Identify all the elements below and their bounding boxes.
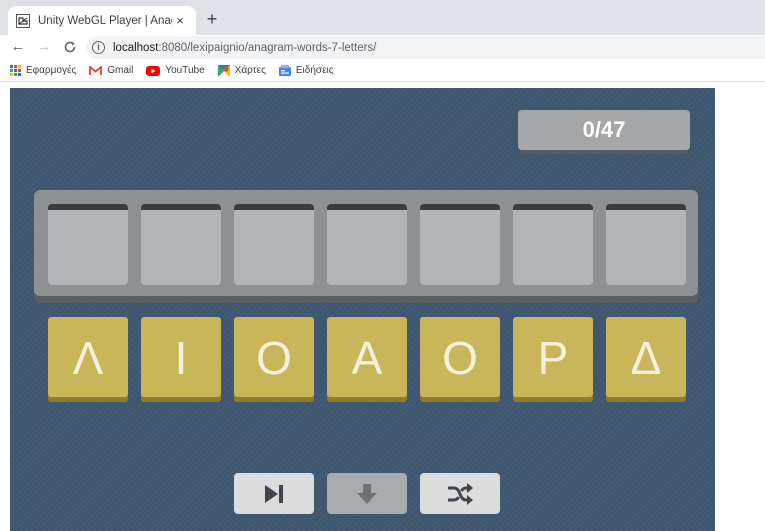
bookmark-news[interactable]: Ειδήσεις	[278, 65, 334, 76]
letter-tile[interactable]: Δ	[606, 317, 686, 397]
new-tab-button[interactable]: +	[200, 8, 224, 30]
answer-slot[interactable]	[513, 204, 593, 285]
tab-close-icon[interactable]: ×	[172, 13, 188, 28]
site-info-icon[interactable]: i	[92, 41, 105, 54]
letter-tile[interactable]: Λ	[48, 317, 128, 397]
answer-slot[interactable]	[141, 204, 221, 285]
youtube-icon	[146, 65, 161, 76]
drop-button[interactable]	[327, 473, 407, 514]
url-path: :8080/lexipaignio/anagram-words-7-letter…	[158, 41, 377, 54]
forward-arrow-icon[interactable]: →	[34, 37, 54, 57]
news-icon	[278, 65, 291, 76]
answer-slots-panel	[34, 190, 698, 296]
bookmark-label: Ειδήσεις	[295, 65, 334, 76]
unity-favicon-icon	[16, 13, 30, 28]
gmail-icon	[89, 65, 103, 75]
bookmark-label: Gmail	[107, 65, 134, 76]
letter-tile[interactable]: Α	[327, 317, 407, 397]
address-bar[interactable]: i localhost:8080/lexipaignio/anagram-wor…	[86, 36, 765, 59]
letter-tile[interactable]: Ρ	[513, 317, 593, 397]
skip-button[interactable]	[234, 473, 314, 514]
bookmark-youtube[interactable]: YouTube	[146, 65, 205, 76]
bookmarks-bar: Εφαρμογές Gmail YouTube Χάρτες Ειδήσεις	[0, 60, 765, 82]
bookmark-apps[interactable]: Εφαρμογές	[10, 65, 76, 76]
browser-tab[interactable]: Unity WebGL Player | Anagramin ×	[8, 6, 196, 35]
browser-toolbar: ← → i localhost:8080/lexipaignio/anagram…	[0, 35, 765, 60]
answer-slot[interactable]	[327, 204, 407, 285]
answer-slot[interactable]	[48, 204, 128, 285]
back-arrow-icon[interactable]: ←	[8, 37, 28, 57]
bookmark-label: YouTube	[165, 65, 205, 76]
shuffle-button[interactable]	[420, 473, 500, 514]
skip-forward-icon	[265, 484, 283, 503]
score-display: 0/47	[518, 110, 690, 150]
page-margin	[715, 82, 765, 531]
answer-slot[interactable]	[234, 204, 314, 285]
shuffle-icon	[448, 482, 473, 505]
letter-tile[interactable]: Ο	[420, 317, 500, 397]
game-canvas[interactable]: 0/47 Λ Ι Ο Α Ο Ρ Δ	[10, 88, 715, 531]
bookmark-label: Εφαρμογές	[26, 65, 77, 76]
arrow-down-icon	[357, 483, 377, 504]
answer-slot[interactable]	[420, 204, 500, 285]
maps-icon	[217, 64, 230, 77]
reload-icon[interactable]	[60, 37, 80, 57]
bookmark-maps[interactable]: Χάρτες	[217, 64, 266, 77]
browser-tabstrip: Unity WebGL Player | Anagramin × +	[0, 0, 765, 35]
tab-title: Unity WebGL Player | Anagramin	[38, 14, 172, 27]
answer-slot[interactable]	[606, 204, 686, 285]
bookmark-label: Χάρτες	[234, 65, 266, 76]
bookmark-gmail[interactable]: Gmail	[89, 65, 133, 76]
url-host: localhost	[113, 41, 159, 54]
letter-tile[interactable]: Ο	[234, 317, 314, 397]
apps-grid-icon	[10, 65, 21, 76]
letter-tile[interactable]: Ι	[141, 317, 221, 397]
url-text: localhost:8080/lexipaignio/anagram-words…	[113, 42, 376, 54]
